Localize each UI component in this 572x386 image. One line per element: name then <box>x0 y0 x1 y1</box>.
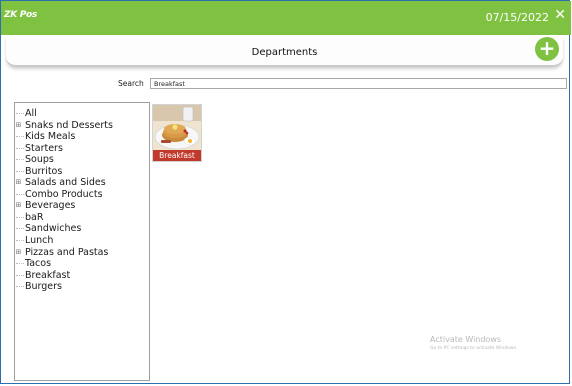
watermark-subtitle: Go to PC settings to activate Windows. <box>430 346 518 351</box>
tree-item-label: Kids Meals <box>25 131 76 143</box>
department-tree[interactable]: All ⊞ Snaks nd Desserts Kids Meals Starters S… <box>14 102 150 381</box>
tree-connector <box>16 286 24 288</box>
tree-item-label: Lunch <box>25 235 54 247</box>
tree-item-label: Burgers <box>25 281 63 293</box>
tree-item-label: Salads and Sides <box>25 177 106 189</box>
tile-label: Breakfast <box>153 150 201 161</box>
expand-icon[interactable]: ⊞ <box>15 248 22 256</box>
tree-connector <box>16 274 24 276</box>
tree-connector <box>16 263 24 265</box>
watermark-title: Activate Windows <box>430 335 502 344</box>
activate-windows-watermark: Activate Windows Go to PC settings to ac… <box>430 335 517 351</box>
tree-connector <box>16 136 24 138</box>
tree-connector <box>16 170 24 172</box>
tree-connector <box>16 113 24 114</box>
page-title: Departments <box>251 47 318 58</box>
header-date: 07/15/2022 <box>485 11 549 24</box>
title-bar: Departments <box>6 37 563 67</box>
tree-item-label: Tacos <box>25 258 52 270</box>
tree-connector <box>16 240 24 242</box>
close-icon[interactable]: ✕ <box>554 8 566 22</box>
search-input[interactable] <box>150 78 567 89</box>
tree-item-label: Breakfast <box>25 269 71 281</box>
department-tile[interactable]: Breakfast <box>152 104 202 162</box>
tree-item-label: baR <box>25 211 44 223</box>
add-department-button[interactable]: + <box>535 37 559 61</box>
tree-item-label: Combo Products <box>25 188 103 200</box>
tree-connector <box>16 147 24 149</box>
app-header: ZK Pos 07/15/2022 ✕ <box>1 1 571 35</box>
expand-icon[interactable]: ⊞ <box>15 179 22 186</box>
search-label: Search <box>118 79 144 88</box>
tree-connector <box>16 193 24 195</box>
tree-item-label: Sandwiches <box>25 223 82 235</box>
tree-connector <box>16 159 24 161</box>
tree-item-label: Starters <box>25 142 63 154</box>
tree-item-label: Soups <box>25 154 54 166</box>
tree-item-label: Beverages <box>25 200 76 212</box>
tree-connector <box>16 228 24 230</box>
app-logo: ZK Pos <box>4 10 37 20</box>
tree-item-label: Pizzas and Pastas <box>25 246 109 258</box>
tree-item-label: All <box>25 108 37 119</box>
expand-icon[interactable]: ⊞ <box>15 202 22 209</box>
expand-icon[interactable]: ⊞ <box>15 121 22 129</box>
tree-connector <box>16 216 24 218</box>
tree-item-label: Snaks nd Desserts <box>25 119 113 131</box>
tree-item-label: Burritos <box>25 165 63 177</box>
